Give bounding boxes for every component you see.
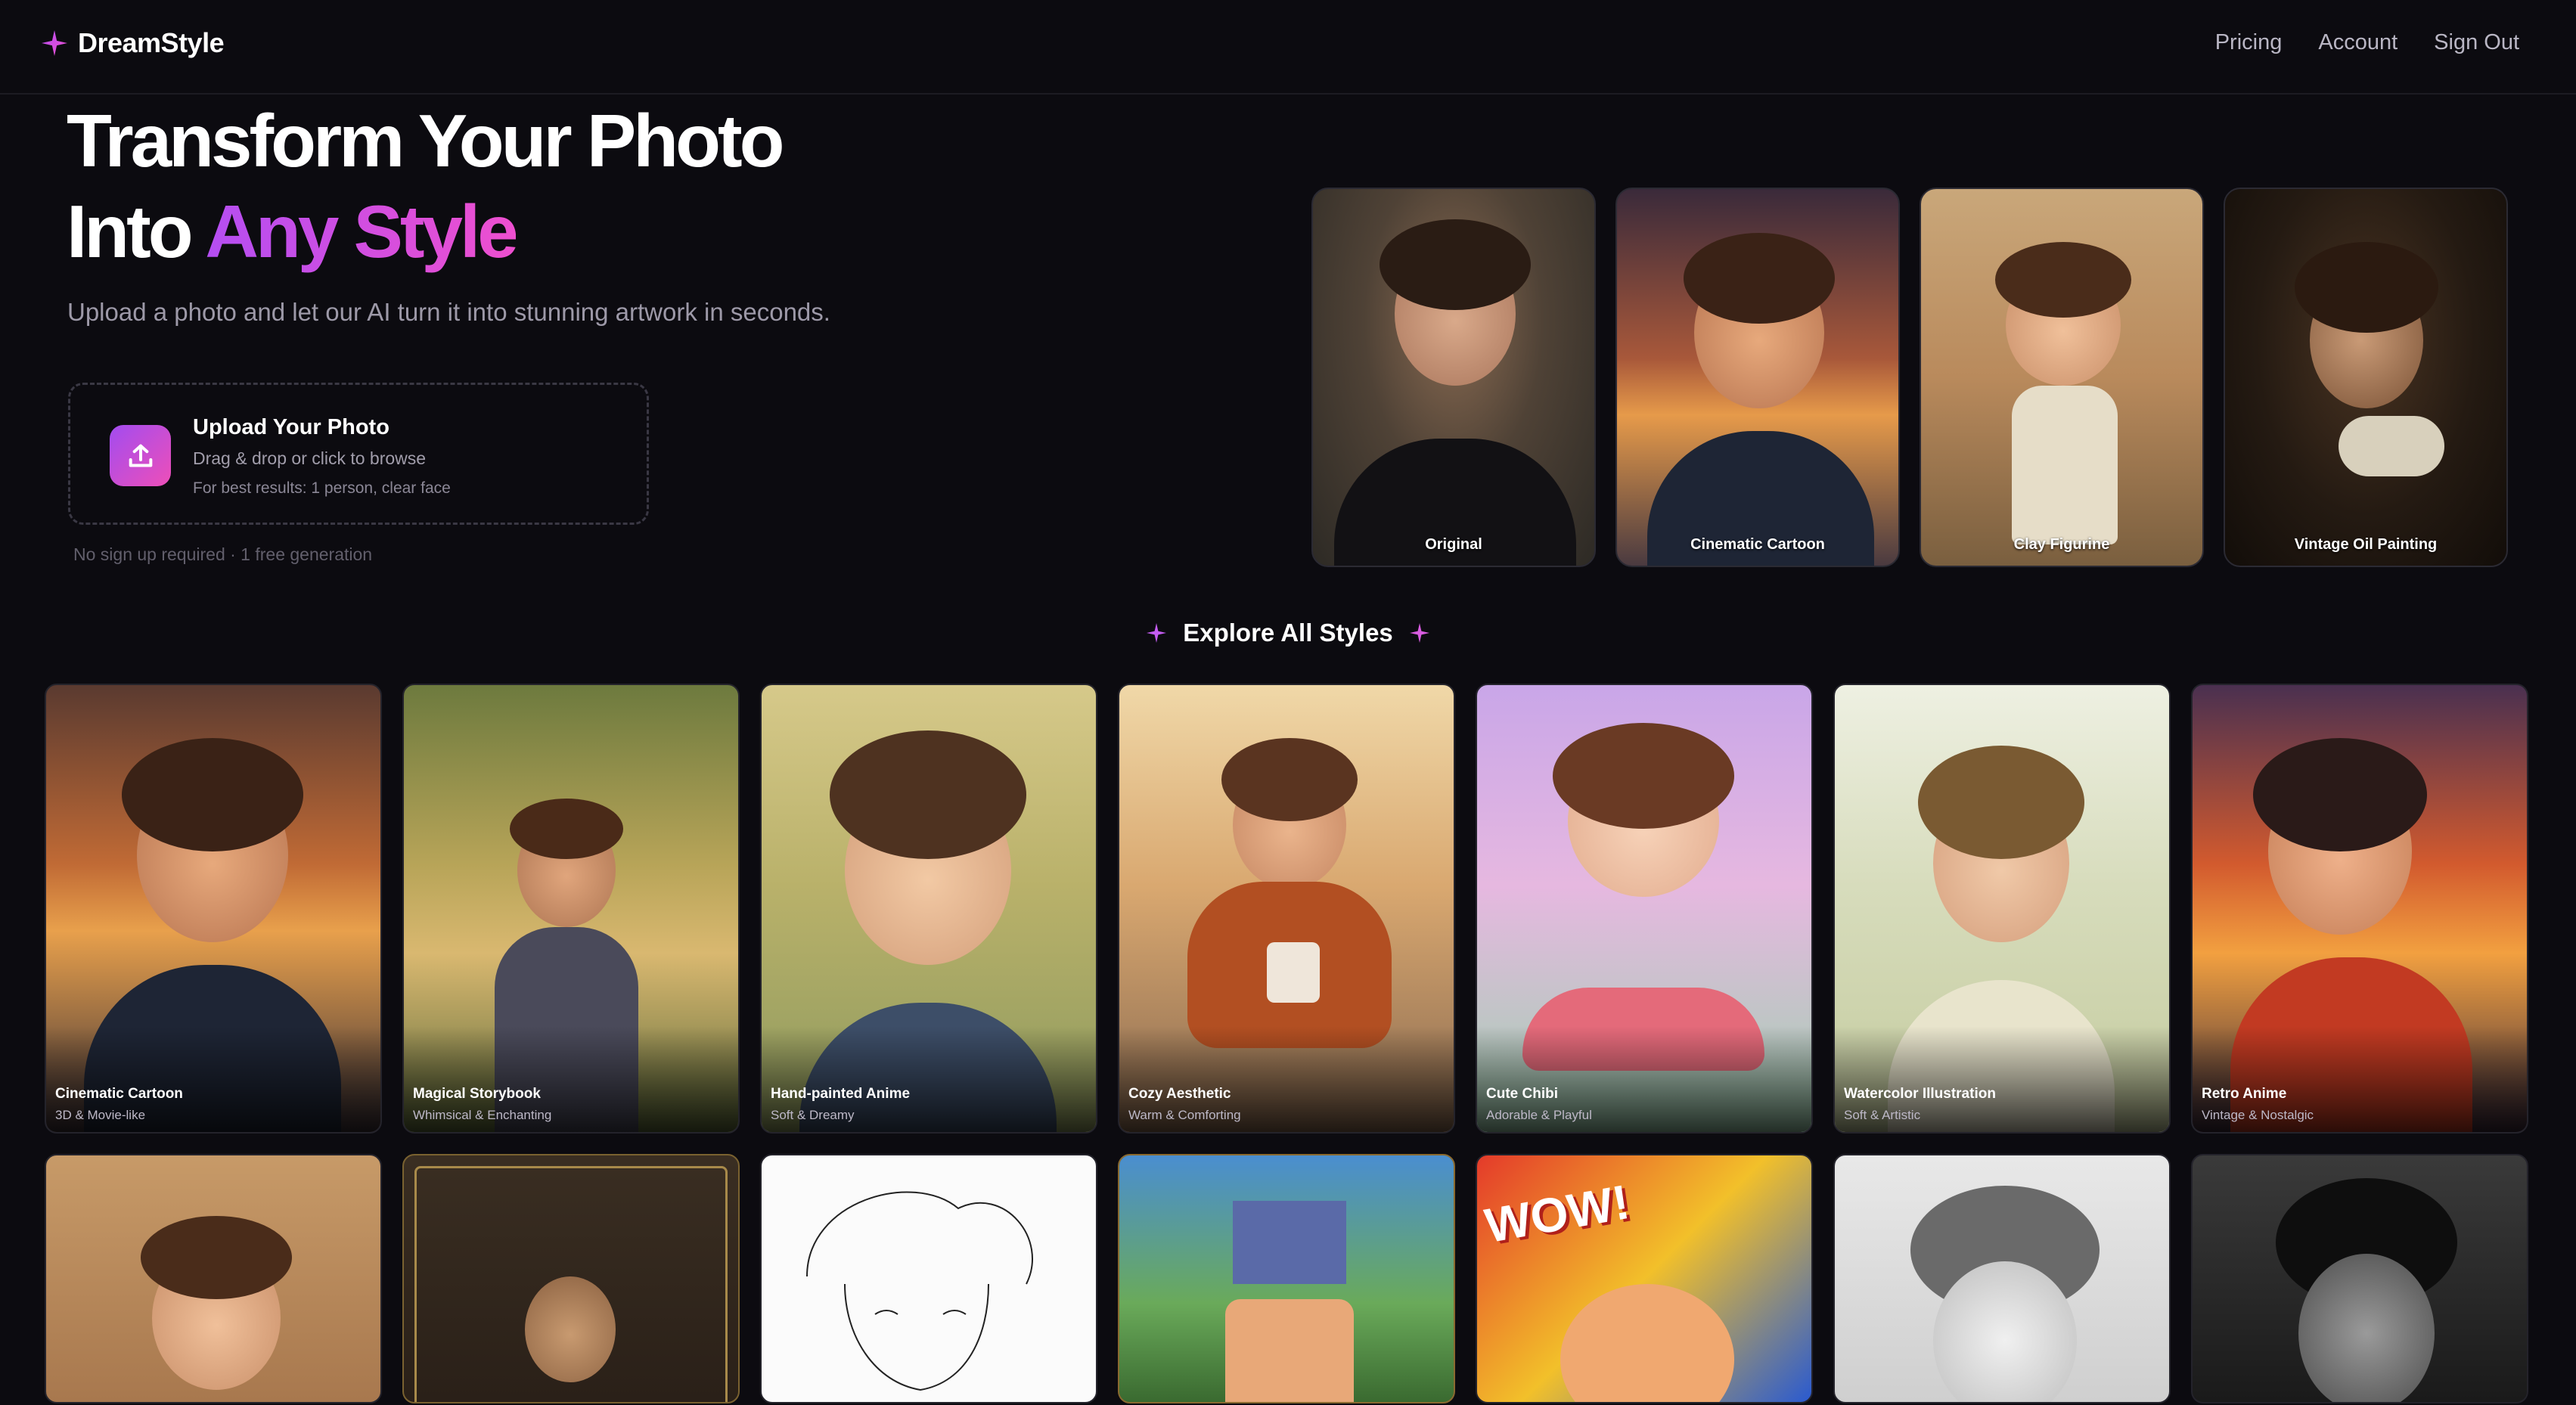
portrait-hair xyxy=(2253,738,2427,851)
portrait-hair xyxy=(1684,233,1835,324)
preview-card-vintage-oil-painting[interactable]: Vintage Oil Painting xyxy=(2224,188,2508,567)
preview-card-cinematic-cartoon[interactable]: Cinematic Cartoon xyxy=(1615,188,1900,567)
hero-title-accent: Any Style xyxy=(205,190,519,273)
style-name: Retro Anime xyxy=(2202,1086,2287,1102)
style-desc: Soft & Dreamy xyxy=(771,1108,855,1122)
hero-subtitle: Upload a photo and let our AI turn it in… xyxy=(67,298,830,326)
upload-subtitle: Drag & drop or click to browse xyxy=(193,448,427,468)
portrait-hair xyxy=(122,738,303,851)
style-portrait xyxy=(1225,1299,1354,1402)
portrait-hair xyxy=(830,730,1026,859)
style-card-cozy-aesthetic[interactable]: Cozy Aesthetic Warm & Comforting xyxy=(1118,684,1455,1134)
preview-card-original[interactable]: Original xyxy=(1311,188,1596,567)
nav-links: Pricing Account Sign Out xyxy=(2215,30,2519,55)
style-desc: Soft & Artistic xyxy=(1844,1108,1921,1122)
hero-title-line2: Into Any Style xyxy=(67,186,781,277)
hero-title-plain: Into xyxy=(67,190,206,273)
free-note: No sign up required · 1 free generation xyxy=(73,544,373,564)
style-portrait xyxy=(1560,1284,1734,1402)
style-grid: Cinematic Cartoon 3D & Movie-like Magica… xyxy=(45,684,2528,1403)
line-art-sketch xyxy=(806,1191,1033,1391)
pop-wow-text: WOW! xyxy=(1481,1174,1634,1254)
explore-title: Explore All Styles xyxy=(1183,619,1393,647)
portrait-hair xyxy=(141,1216,292,1299)
portrait-mug xyxy=(1267,942,1320,1003)
style-card-row2-pencil-sketch[interactable] xyxy=(1833,1154,2171,1403)
brand-logo[interactable]: DreamStyle xyxy=(42,27,225,59)
upload-title: Upload Your Photo xyxy=(193,415,390,439)
style-card-retro-anime[interactable]: Retro Anime Vintage & Nostalgic xyxy=(2191,684,2528,1134)
sparkle-icon xyxy=(42,30,67,56)
style-desc: Warm & Comforting xyxy=(1128,1108,1241,1122)
portrait-hair xyxy=(1995,242,2131,318)
style-desc: 3D & Movie-like xyxy=(55,1108,146,1122)
style-name: Cozy Aesthetic xyxy=(1128,1086,1231,1102)
hero-title: Transform Your Photo Into Any Style xyxy=(67,95,784,277)
portrait-collar xyxy=(2339,416,2444,476)
top-nav: DreamStyle Pricing Account Sign Out xyxy=(0,0,2576,95)
portrait-hair xyxy=(1918,746,2084,859)
nav-account-link[interactable]: Account xyxy=(2318,30,2398,55)
style-desc: Vintage & Nostalgic xyxy=(2202,1108,2314,1122)
preview-card-clay-figurine[interactable]: Clay Figurine xyxy=(1920,188,2204,567)
style-portrait xyxy=(2298,1254,2435,1402)
preview-label: Vintage Oil Painting xyxy=(2294,536,2438,553)
style-card-row2-line-art[interactable] xyxy=(760,1154,1097,1403)
nav-signout-link[interactable]: Sign Out xyxy=(2434,30,2519,55)
style-card-watercolor-illustration[interactable]: Watercolor Illustration Soft & Artistic xyxy=(1833,684,2171,1134)
style-card-row2-pixel-art[interactable] xyxy=(1118,1154,1455,1403)
explore-header: Explore All Styles xyxy=(0,619,2576,647)
style-card-cute-chibi[interactable]: Cute Chibi Adorable & Playful xyxy=(1476,684,1813,1134)
upload-tip: For best results: 1 person, clear face xyxy=(193,479,451,497)
style-desc: Whimsical & Enchanting xyxy=(413,1108,552,1122)
brand-name: DreamStyle xyxy=(78,27,225,58)
portrait-hair xyxy=(510,799,623,859)
sparkle-icon xyxy=(1409,623,1429,643)
style-name: Cute Chibi xyxy=(1486,1086,1558,1102)
style-card-row2-tarot[interactable] xyxy=(402,1154,740,1403)
preview-label: Cinematic Cartoon xyxy=(1690,536,1825,553)
style-card-hand-painted-anime[interactable]: Hand-painted Anime Soft & Dreamy xyxy=(760,684,1097,1134)
style-portrait xyxy=(525,1276,616,1382)
sparkle-icon xyxy=(1147,623,1167,643)
portrait-body xyxy=(2012,386,2118,544)
pixel-castle xyxy=(1233,1201,1346,1284)
style-card-row2-pop-art[interactable]: WOW! xyxy=(1476,1154,1813,1403)
hero-preview-cards: Original Cinematic Cartoon Clay Figurine… xyxy=(1311,188,2508,567)
preview-label: Original xyxy=(1425,536,1482,553)
style-name: Hand-painted Anime xyxy=(771,1086,911,1102)
portrait-hair xyxy=(2295,242,2438,333)
style-name: Magical Storybook xyxy=(413,1086,541,1102)
style-card-magical-storybook[interactable]: Magical Storybook Whimsical & Enchanting xyxy=(402,684,740,1134)
style-card-cinematic-cartoon[interactable]: Cinematic Cartoon 3D & Movie-like xyxy=(45,684,382,1134)
preview-label: Clay Figurine xyxy=(2013,536,2110,553)
style-name: Watercolor Illustration xyxy=(1844,1086,1996,1102)
style-desc: Adorable & Playful xyxy=(1486,1108,1592,1122)
upload-dropzone[interactable]: Upload Your Photo Drag & drop or click t… xyxy=(68,383,649,525)
portrait-hair xyxy=(1553,723,1734,829)
upload-icon xyxy=(110,425,171,486)
style-name: Cinematic Cartoon xyxy=(55,1086,183,1102)
portrait-hair xyxy=(1380,219,1531,310)
portrait-hair xyxy=(1221,738,1358,821)
style-card-row2-clay[interactable] xyxy=(45,1154,382,1403)
nav-pricing-link[interactable]: Pricing xyxy=(2215,30,2283,55)
style-card-row2-charcoal[interactable] xyxy=(2191,1154,2528,1403)
hero-title-line1: Transform Your Photo xyxy=(67,99,784,182)
